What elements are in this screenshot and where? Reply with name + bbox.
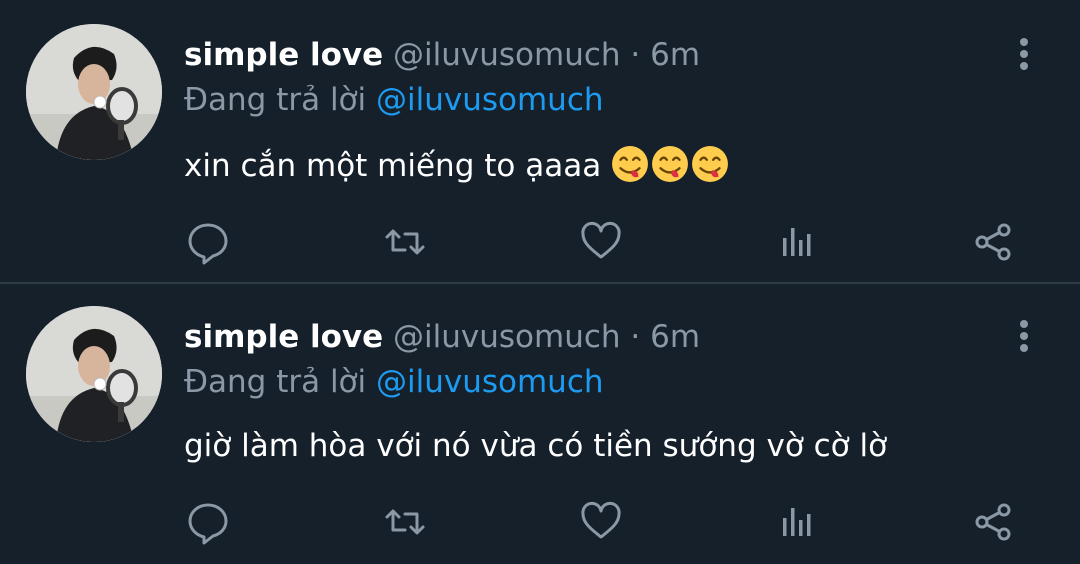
reply-prefix: Đang trả lời: [184, 82, 367, 118]
reply-mention-link[interactable]: @iluvusomuch: [376, 82, 604, 118]
avatar-photo: [26, 24, 162, 160]
analytics-icon[interactable]: [776, 498, 820, 546]
user-handle[interactable]: @iluvusomuch: [393, 319, 621, 355]
separator: ·: [630, 319, 641, 355]
reply-mention-link[interactable]: @iluvusomuch: [376, 364, 604, 400]
tweet-header: simple love @iluvusomuch · 6m: [184, 32, 700, 78]
tweet-text-content: xin cắn một miếng to ạaaa: [184, 148, 602, 184]
avatar[interactable]: [26, 24, 162, 160]
timestamp[interactable]: 6m: [650, 37, 700, 73]
tweet-text: giờ làm hòa với nó vừa có tiền sướng vờ …: [184, 422, 887, 470]
retweet-icon[interactable]: [383, 498, 427, 546]
reply-icon[interactable]: [186, 218, 230, 266]
share-icon[interactable]: [972, 498, 1016, 546]
tweet-text: xin cắn một miếng to ạaaa: [184, 142, 731, 190]
tweet-header: simple love @iluvusomuch · 6m: [184, 314, 700, 360]
reply-prefix: Đang trả lời: [184, 364, 367, 400]
like-icon[interactable]: [579, 498, 623, 546]
display-name[interactable]: simple love: [184, 319, 383, 355]
tweet-text-content: giờ làm hòa với nó vừa có tiền sướng vờ …: [184, 428, 888, 464]
tweet-actions: [0, 218, 1080, 266]
replying-to: Đang trả lời @iluvusomuch: [184, 77, 604, 123]
analytics-icon[interactable]: [776, 218, 820, 266]
reply-icon[interactable]: [186, 498, 230, 546]
savoring-food-emoji: [612, 146, 649, 182]
savoring-food-emoji: [692, 146, 729, 182]
timestamp[interactable]: 6m: [650, 319, 700, 355]
tweet[interactable]: simple love @iluvusomuch · 6m Đang trả l…: [0, 0, 1080, 282]
like-icon[interactable]: [579, 218, 623, 266]
more-options-icon[interactable]: [1010, 316, 1038, 356]
tweet-actions: [0, 498, 1080, 546]
tweet[interactable]: simple love @iluvusomuch · 6m Đang trả l…: [0, 282, 1080, 564]
avatar[interactable]: [26, 306, 162, 442]
separator: ·: [630, 37, 641, 73]
avatar-photo: [26, 306, 162, 442]
share-icon[interactable]: [972, 218, 1016, 266]
user-handle[interactable]: @iluvusomuch: [393, 37, 621, 73]
savoring-food-emoji: [652, 146, 689, 182]
replying-to: Đang trả lời @iluvusomuch: [184, 359, 604, 405]
display-name[interactable]: simple love: [184, 37, 383, 73]
more-options-icon[interactable]: [1010, 34, 1038, 74]
retweet-icon[interactable]: [383, 218, 427, 266]
